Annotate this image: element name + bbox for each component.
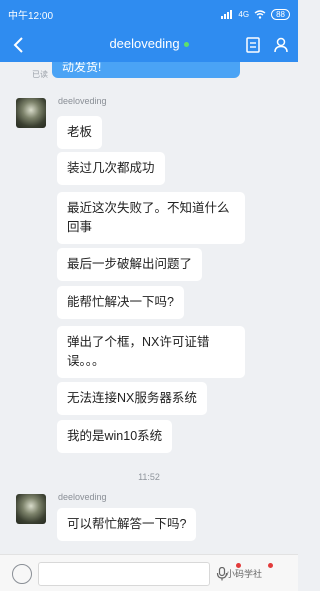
message-timestamp: 11:52	[138, 472, 160, 482]
message-bubble[interactable]: 可以帮忙解答一下吗?	[57, 508, 197, 541]
wifi-icon	[254, 9, 266, 19]
order-list-icon[interactable]	[244, 36, 262, 54]
watermark-label: 小码学社	[226, 569, 263, 579]
user-profile-icon[interactable]	[272, 36, 290, 54]
signal-icon	[221, 9, 233, 19]
input-bar: 小码学社	[0, 554, 298, 591]
sent-message-bubble: 动发货!	[52, 62, 240, 78]
avatar[interactable]	[16, 98, 46, 128]
battery-icon: 88	[271, 8, 290, 20]
read-status: 已读	[32, 70, 48, 79]
status-time: 中午12:00	[8, 10, 54, 22]
chat-header: deeloveding	[0, 28, 298, 62]
voice-toggle-icon[interactable]	[12, 564, 32, 584]
message-bubble[interactable]: 最近这次失败了。不知道什么回事	[57, 192, 245, 244]
message-input[interactable]	[38, 562, 210, 586]
message-bubble[interactable]: 装过几次都成功	[57, 152, 165, 185]
sender-name: deeloveding	[58, 96, 107, 106]
status-icons: 4G 88	[221, 8, 290, 20]
message-bubble[interactable]: 最后一步破解出问题了	[57, 248, 203, 281]
message-bubble[interactable]: 无法连接NX服务器系统	[57, 382, 207, 415]
status-bar: 中午12:00 4G 88	[0, 0, 298, 28]
notification-dot-icon	[268, 563, 273, 568]
message-bubble[interactable]: 老板	[57, 116, 103, 149]
network-type: 4G	[238, 9, 250, 19]
sender-name: deeloveding	[58, 492, 107, 502]
message-bubble[interactable]: 能帮忙解决一下吗?	[57, 286, 184, 319]
message-bubble[interactable]: 弹出了个框，NX许可证错误。。。	[57, 326, 245, 378]
online-status-icon	[183, 42, 189, 48]
message-list[interactable]: 动发货! 已读 deeloveding 老板 装过几次都成功 最近这次失败了。不…	[0, 62, 298, 552]
avatar[interactable]	[16, 494, 46, 524]
contact-name: deeloveding	[109, 36, 180, 51]
message-bubble[interactable]: 我的是win10系统	[57, 420, 173, 453]
